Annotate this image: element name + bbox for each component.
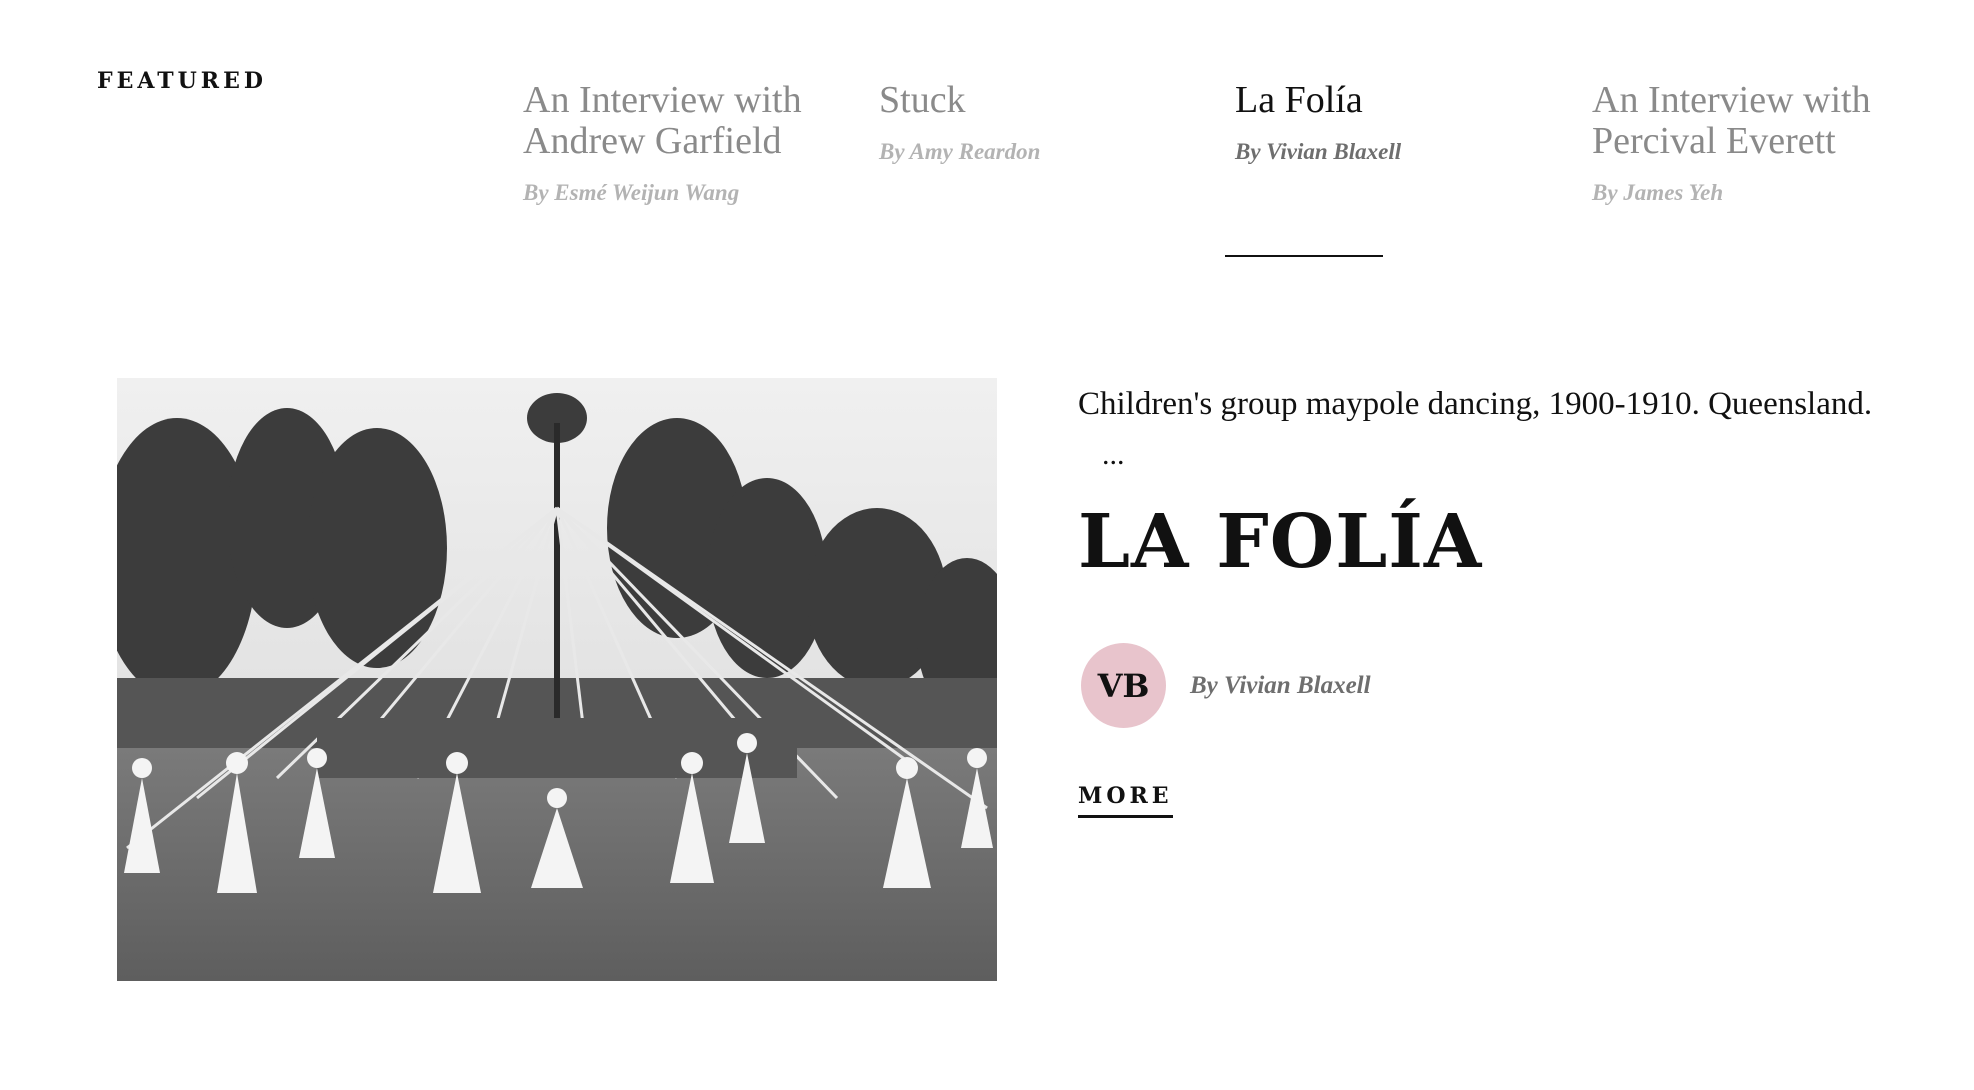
tab-stuck[interactable]: Stuck By Amy Reardon	[879, 80, 1209, 165]
caption-ellipsis: ...	[1102, 438, 1125, 471]
tab-title[interactable]: An Interview with Andrew Garfield	[523, 80, 853, 162]
active-tab-indicator	[1225, 255, 1383, 257]
tab-title[interactable]: Stuck	[879, 80, 1209, 121]
tab-author: By James Yeh	[1592, 180, 1724, 205]
more-link[interactable]: MORE	[1078, 783, 1173, 818]
tab-title[interactable]: La Folía	[1235, 80, 1565, 121]
tab-percival-everett-interview[interactable]: An Interview with Percival Everett By Ja…	[1592, 80, 1922, 206]
article-headline[interactable]: LA FOLÍA	[1078, 500, 1482, 584]
tab-andrew-garfield-interview[interactable]: An Interview with Andrew Garfield By Esm…	[523, 80, 853, 206]
author-avatar[interactable]: VB	[1081, 643, 1166, 728]
tab-author: By Amy Reardon	[879, 139, 1041, 164]
feature-image-maypole-photo[interactable]	[117, 378, 997, 981]
tab-author: By Esmé Weijun Wang	[523, 180, 740, 205]
photo-illustration	[117, 378, 997, 981]
avatar-initials: VB	[1097, 666, 1150, 705]
image-caption: Children's group maypole dancing, 1900-1…	[1078, 386, 1873, 422]
tab-author: By Vivian Blaxell	[1235, 139, 1402, 164]
tab-title[interactable]: An Interview with Percival Everett	[1592, 80, 1922, 162]
author-byline[interactable]: By Vivian Blaxell	[1190, 672, 1371, 700]
tab-la-folia[interactable]: La Folía By Vivian Blaxell	[1235, 80, 1565, 165]
section-label-featured: FEATURED	[97, 68, 267, 94]
